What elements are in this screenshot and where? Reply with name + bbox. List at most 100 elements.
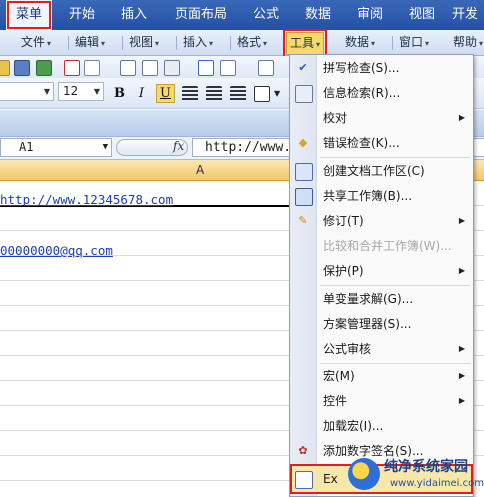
menu-edit[interactable]: 编辑 ▾ bbox=[72, 32, 108, 53]
menu-item-label: 修订(T) bbox=[323, 214, 364, 228]
chevron-down-icon: ▾ bbox=[425, 39, 430, 48]
menu-item-error-check[interactable]: ◆ 错误检查(K)... bbox=[290, 131, 473, 155]
menu-item-label: 加载宏(I)... bbox=[323, 419, 384, 433]
research-icon[interactable] bbox=[220, 60, 236, 76]
menu-view-label: 视图 bbox=[129, 35, 154, 49]
font-size-value: 12 bbox=[63, 84, 79, 98]
tab-view[interactable]: 视图 bbox=[400, 0, 444, 30]
chevron-down-icon: ▾ bbox=[101, 39, 106, 48]
permission-icon[interactable] bbox=[36, 60, 52, 76]
menu-edit-label: 编辑 bbox=[75, 35, 100, 49]
submenu-arrow-icon: ▶ bbox=[458, 396, 465, 405]
menu-item-label: 比较和合并工作簿(W)... bbox=[323, 239, 452, 253]
open-folder-icon[interactable] bbox=[0, 60, 10, 76]
pdf-icon[interactable] bbox=[64, 60, 80, 76]
menu-item-formula-auditing[interactable]: 公式审核 ▶ bbox=[290, 337, 473, 361]
submenu-arrow-icon: ▶ bbox=[458, 113, 465, 122]
tab-home[interactable]: 开始 bbox=[60, 0, 104, 30]
menu-format[interactable]: 格式 ▾ bbox=[234, 32, 270, 53]
menu-item-controls[interactable]: 控件 ▶ bbox=[290, 389, 473, 413]
menu-window-label: 窗口 bbox=[399, 35, 424, 49]
menu-divider bbox=[176, 36, 177, 50]
tab-insert[interactable]: 插入 bbox=[112, 0, 156, 30]
submenu-arrow-icon: ▶ bbox=[458, 344, 465, 353]
menu-item-scenario-manager[interactable]: 方案管理器(S)... bbox=[290, 312, 473, 336]
tab-data[interactable]: 数据 bbox=[296, 0, 340, 30]
watermark-logo-icon bbox=[348, 458, 380, 490]
cell-a3[interactable]: 00000000@qq.com bbox=[0, 243, 113, 258]
menu-item-track-changes[interactable]: ✎ 修订(T) ▶ bbox=[290, 209, 473, 233]
classic-menu-bar: 文件 ▾ 编辑 ▾ 视图 ▾ 插入 ▾ 格式 ▾ 工具 ▾ 数据 ▾ 窗口 ▾ 帮助 ▾ bbox=[0, 29, 484, 58]
spelling-icon[interactable] bbox=[198, 60, 214, 76]
spell-check-icon: ✔ bbox=[298, 61, 308, 74]
signature-icon: ✿ bbox=[298, 444, 308, 457]
menu-item-label: 错误检查(K)... bbox=[323, 136, 400, 150]
watermark-url: www.yidaimei.com bbox=[390, 478, 484, 489]
menu-window[interactable]: 窗口 ▾ bbox=[396, 32, 432, 53]
print-preview-icon[interactable] bbox=[142, 60, 158, 76]
menu-tools-label: 工具 bbox=[290, 36, 315, 50]
menu-separator bbox=[320, 157, 470, 158]
font-name-select[interactable]: ▼ bbox=[0, 82, 54, 101]
menu-item-label: 公式审核 bbox=[323, 342, 372, 356]
menu-item-share-workbook[interactable]: 共享工作簿(B)... bbox=[290, 184, 473, 208]
page-setup-icon[interactable] bbox=[164, 60, 180, 76]
tab-formulas[interactable]: 公式 bbox=[244, 0, 288, 30]
menu-divider bbox=[392, 36, 393, 50]
align-right-icon[interactable] bbox=[230, 86, 246, 102]
excel-options-icon bbox=[295, 471, 313, 489]
menu-tools[interactable]: 工具 ▾ bbox=[282, 29, 328, 58]
menu-item-protection[interactable]: 保护(P) ▶ bbox=[290, 259, 473, 283]
name-box[interactable]: A1 ▼ bbox=[0, 138, 112, 157]
bold-button[interactable]: B bbox=[110, 84, 129, 103]
chevron-down-icon: ▼ bbox=[43, 87, 50, 96]
font-size-select[interactable]: 12 ▼ bbox=[58, 82, 104, 101]
print-icon[interactable] bbox=[120, 60, 136, 76]
menu-item-spell-check[interactable]: ✔ 拼写检查(S)... bbox=[290, 56, 473, 80]
save-icon[interactable] bbox=[14, 60, 30, 76]
email-icon[interactable] bbox=[84, 60, 100, 76]
menu-item-label: 方案管理器(S)... bbox=[323, 317, 412, 331]
cut-icon[interactable] bbox=[258, 60, 274, 76]
menu-item-proofing[interactable]: 校对 ▶ bbox=[290, 106, 473, 130]
tab-menu[interactable]: 菜单 bbox=[6, 0, 52, 30]
name-box-value: A1 bbox=[19, 140, 34, 154]
menu-item-add-ins[interactable]: 加载宏(I)... bbox=[290, 414, 473, 438]
menu-data[interactable]: 数据 ▾ bbox=[342, 32, 378, 53]
workspace-icon bbox=[295, 163, 313, 181]
cell-a1[interactable]: http://www.12345678.com bbox=[0, 192, 173, 207]
align-center-icon[interactable] bbox=[206, 86, 222, 102]
menu-insert[interactable]: 插入 ▾ bbox=[180, 32, 216, 53]
error-check-icon: ◆ bbox=[298, 136, 308, 149]
tab-review[interactable]: 审阅 bbox=[348, 0, 392, 30]
menu-divider bbox=[68, 36, 69, 50]
menu-file[interactable]: 文件 ▾ bbox=[18, 32, 54, 53]
menu-item-macro[interactable]: 宏(M) ▶ bbox=[290, 364, 473, 388]
align-left-icon[interactable] bbox=[182, 86, 198, 102]
italic-button[interactable]: I bbox=[132, 84, 151, 103]
tools-dropdown-menu: ✔ 拼写检查(S)... 信息检索(R)... 校对 ▶ ◆ 错误检查(K)..… bbox=[289, 54, 474, 497]
menu-item-goal-seek[interactable]: 单变量求解(G)... bbox=[290, 287, 473, 311]
submenu-arrow-icon: ▶ bbox=[458, 216, 465, 225]
menu-item-label: 创建文档工作区(C) bbox=[323, 164, 425, 178]
chevron-down-icon: ▾ bbox=[155, 39, 160, 48]
ribbon-tab-row: 菜单 开始 插入 页面布局 公式 数据 审阅 视图 开发 bbox=[0, 0, 484, 30]
menu-separator bbox=[320, 285, 470, 286]
menu-help[interactable]: 帮助 ▾ bbox=[450, 32, 484, 53]
chevron-down-icon: ▾ bbox=[209, 39, 214, 48]
submenu-arrow-icon: ▶ bbox=[458, 266, 465, 275]
menu-item-label: 拼写检查(S)... bbox=[323, 61, 400, 75]
underline-button[interactable]: U bbox=[156, 84, 175, 103]
tab-page-layout[interactable]: 页面布局 bbox=[166, 0, 236, 30]
chevron-down-icon[interactable]: ▼ bbox=[274, 86, 284, 102]
insert-function-button[interactable]: fx bbox=[116, 139, 188, 156]
menu-item-create-workspace[interactable]: 创建文档工作区(C) bbox=[290, 159, 473, 183]
chevron-down-icon: ▾ bbox=[479, 39, 484, 48]
watermark: 纯净系统家园 www.yidaimei.com bbox=[348, 456, 484, 496]
menu-insert-label: 插入 bbox=[183, 35, 208, 49]
merge-center-icon[interactable] bbox=[254, 86, 270, 102]
menu-view[interactable]: 视图 ▾ bbox=[126, 32, 162, 53]
menu-item-label: Ex bbox=[323, 472, 338, 486]
menu-item-research[interactable]: 信息检索(R)... bbox=[290, 81, 473, 105]
tab-developer[interactable]: 开发 bbox=[452, 0, 484, 30]
